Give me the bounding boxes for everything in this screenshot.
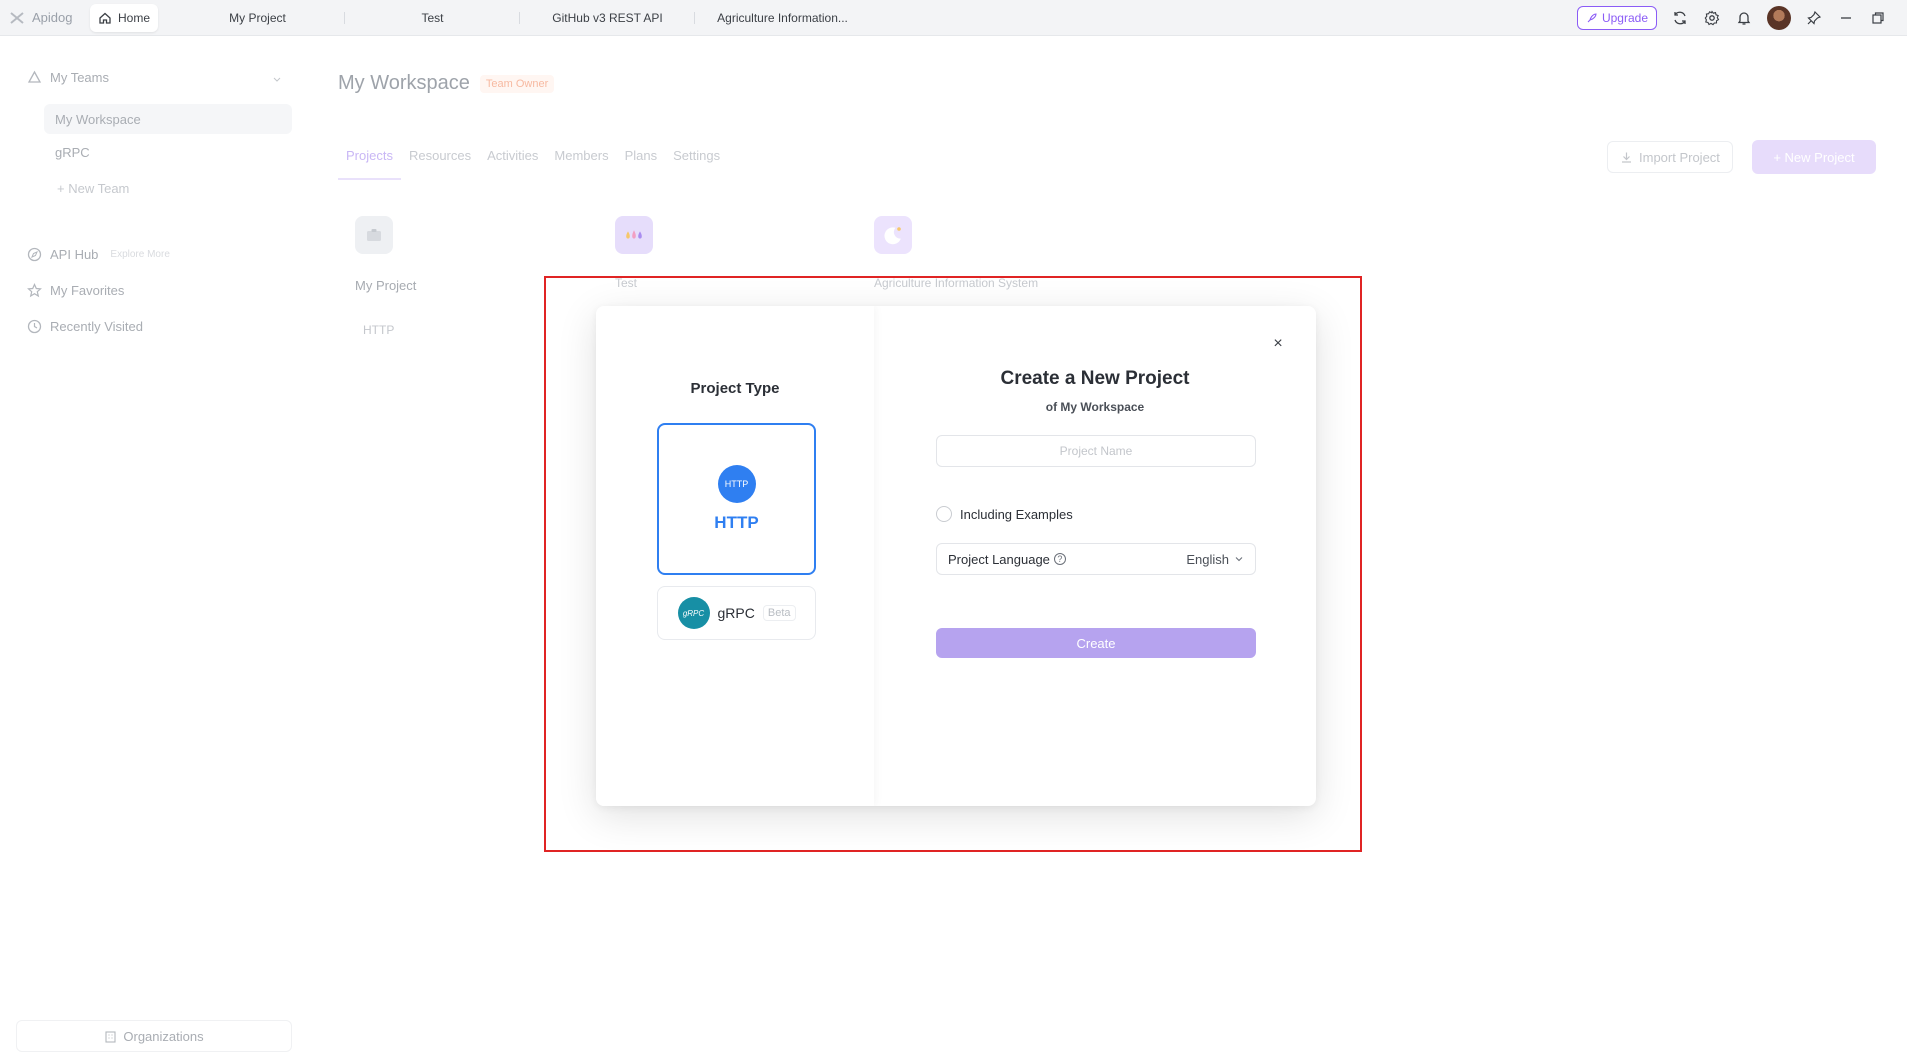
collapse-icon[interactable] [273, 75, 281, 83]
home-icon [99, 12, 111, 24]
tab-home[interactable]: Home [90, 3, 159, 32]
droplets-icon [615, 216, 653, 254]
upgrade-label: Upgrade [1601, 10, 1648, 25]
restore-icon[interactable] [1869, 9, 1887, 27]
pin-icon[interactable] [1805, 9, 1823, 27]
compass-icon [27, 247, 42, 262]
tab-plans[interactable]: Plans [617, 148, 666, 180]
top-bar-actions: Upgrade [1576, 5, 1907, 30]
my-teams-label: My Teams [50, 70, 109, 85]
project-type-panel: Project Type HTTP HTTP gRPC gRPC Beta [596, 306, 874, 806]
including-examples-label: Including Examples [960, 506, 1073, 522]
api-hub-label: API Hub [50, 247, 99, 262]
sidebar: My Teams My Workspace gRPC + New Team AP… [0, 36, 300, 1062]
sidebar-item-label: gRPC [55, 145, 90, 160]
grpc-label: gRPC [717, 605, 755, 621]
apidog-logo-icon [10, 11, 24, 24]
import-project-label: Import Project [1639, 149, 1720, 165]
dialog-title: Create a New Project [1000, 368, 1190, 389]
tab-bar: Home My Project Test GitHub v3 REST API … [90, 0, 870, 36]
project-type: HTTP [363, 323, 395, 337]
close-icon[interactable]: × [1270, 335, 1286, 352]
sidebar-item-label: My Workspace [55, 111, 141, 127]
apidog-logo: Apidog [0, 9, 90, 27]
language-value: English [1186, 552, 1244, 567]
workspace-tabs: Projects Resources Activities Members Pl… [338, 148, 728, 180]
tab-my-project[interactable]: My Project [170, 4, 346, 32]
top-bar: Apidog Home My Project Test GitHub v3 RE… [0, 0, 1907, 36]
star-icon [27, 283, 42, 298]
teams-icon [27, 70, 42, 83]
app-name: Apidog [32, 10, 73, 25]
chevron-down-icon [1235, 557, 1243, 562]
create-button[interactable]: Create [936, 628, 1256, 658]
workspace-header: My Workspace Team Owner [338, 72, 555, 95]
app-window: Apidog Home My Project Test GitHub v3 RE… [0, 0, 1907, 1062]
upgrade-button[interactable]: Upgrade [1576, 5, 1657, 30]
briefcase-icon [355, 216, 393, 254]
tab-label: Agriculture Information... [717, 10, 848, 25]
tab-activities[interactable]: Activities [479, 148, 546, 180]
refresh-icon[interactable] [1671, 9, 1689, 27]
create-project-dialog: Project Type HTTP HTTP gRPC gRPC Beta × … [596, 306, 1316, 806]
clock-icon [27, 319, 42, 334]
project-language-select[interactable]: Project Language ? English [936, 543, 1256, 575]
sidebar-item-grpc[interactable]: gRPC [55, 145, 90, 160]
settings-icon[interactable] [1703, 9, 1721, 27]
moon-icon [874, 216, 912, 254]
import-icon [1622, 152, 1631, 163]
tab-resources[interactable]: Resources [401, 148, 479, 180]
avatar[interactable] [1767, 5, 1791, 30]
sidebar-item-my-workspace[interactable]: My Workspace [44, 104, 292, 134]
project-name: My Project [355, 278, 417, 293]
explore-more-link[interactable]: Explore More [110, 249, 169, 260]
minimize-icon[interactable] [1837, 9, 1855, 27]
project-name-input[interactable] [936, 435, 1256, 467]
new-project-button[interactable]: + New Project [1752, 140, 1876, 174]
recent-label: Recently Visited [50, 319, 143, 334]
tab-settings[interactable]: Settings [665, 148, 728, 180]
rocket-icon [1587, 12, 1597, 22]
my-teams-header[interactable]: My Teams [27, 70, 109, 85]
role-badge: Team Owner [479, 74, 555, 93]
import-project-button[interactable]: Import Project [1607, 141, 1733, 173]
tab-github-rest-api[interactable]: GitHub v3 REST API [520, 4, 696, 32]
http-icon-text: HTTP [724, 479, 749, 489]
new-team-label: + New Team [57, 181, 130, 196]
http-icon: HTTP [717, 465, 756, 503]
organizations-button[interactable]: Organizations [16, 1020, 292, 1052]
tab-label: GitHub v3 REST API [552, 10, 663, 25]
tab-agriculture-information[interactable]: Agriculture Information... [695, 4, 870, 32]
project-type-title: Project Type [690, 380, 780, 397]
bell-icon[interactable] [1735, 9, 1753, 27]
http-label: HTTP [714, 513, 759, 532]
grpc-icon: gRPC [677, 597, 710, 629]
tab-home-label: Home [118, 10, 151, 25]
dialog-subtitle: of My Workspace [1045, 400, 1145, 414]
tab-projects[interactable]: Projects [338, 148, 401, 180]
language-value-text: English [1186, 551, 1229, 567]
project-type-http[interactable]: HTTP HTTP [657, 423, 816, 575]
project-type-grpc[interactable]: gRPC gRPC Beta [657, 586, 816, 640]
tab-label: Test [421, 10, 444, 25]
tab-label: My Project [229, 10, 286, 25]
beta-badge: Beta [762, 605, 796, 621]
favorites-label: My Favorites [50, 283, 125, 298]
sidebar-item-recent[interactable]: Recently Visited [27, 319, 143, 334]
building-icon [105, 1030, 116, 1043]
sidebar-item-favorites[interactable]: My Favorites [27, 283, 124, 298]
including-examples-option[interactable]: Including Examples [936, 506, 1073, 522]
including-examples-checkbox[interactable] [936, 506, 952, 522]
new-team-button[interactable]: + New Team [57, 181, 129, 196]
project-language-label: Project Language [948, 551, 1050, 567]
grpc-icon-text: gRPC [682, 608, 705, 618]
tab-test[interactable]: Test [345, 4, 521, 32]
page-title: My Workspace [338, 72, 470, 94]
sidebar-item-api-hub[interactable]: API Hub Explore More [27, 247, 170, 262]
organizations-label: Organizations [123, 1028, 204, 1044]
help-icon[interactable]: ? [1053, 553, 1066, 565]
project-card[interactable]: My Project HTTP [338, 216, 416, 337]
tab-members[interactable]: Members [546, 148, 616, 180]
